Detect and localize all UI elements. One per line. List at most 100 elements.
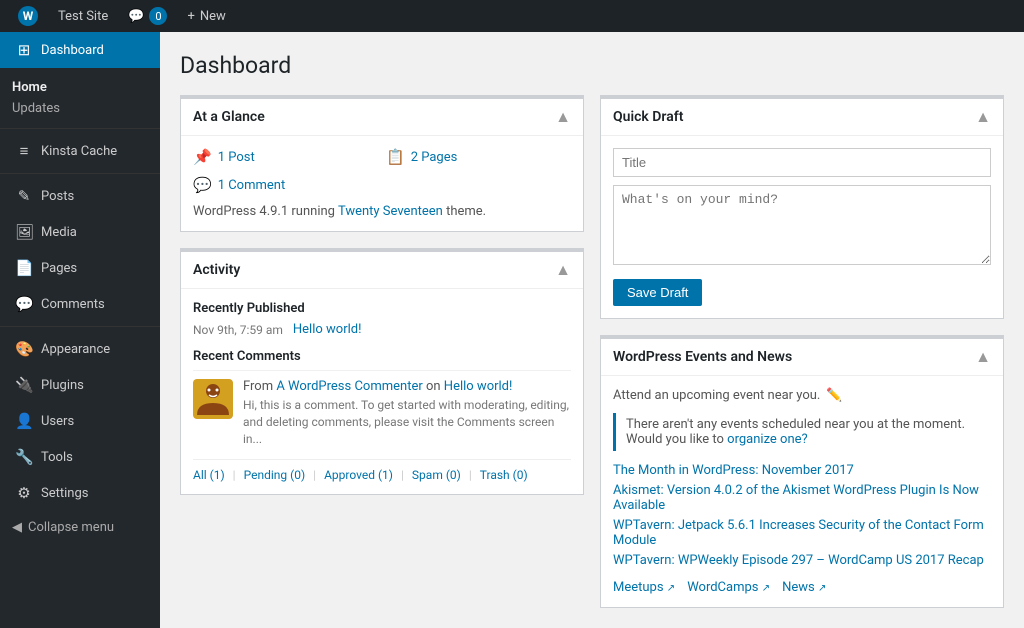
events-footer: Meetups ↗ WordCamps ↗ News ↗ bbox=[613, 580, 991, 595]
sidebar-item-posts[interactable]: ✎ Posts bbox=[0, 178, 160, 214]
site-name: Test Site bbox=[58, 9, 108, 24]
posts-icon: ✎ bbox=[15, 187, 33, 205]
comment-spam-link[interactable]: Spam (0) bbox=[412, 468, 469, 482]
events-news-widget: WordPress Events and News ▲ Attend an up… bbox=[600, 335, 1004, 608]
page-stat-icon: 📋 bbox=[386, 148, 405, 166]
events-attend-text: Attend an upcoming event near you. bbox=[613, 388, 820, 403]
comment-on-text: on bbox=[423, 379, 444, 394]
wp-info: WordPress 4.9.1 running Twenty Seventeen… bbox=[193, 204, 571, 219]
sidebar-item-label: Media bbox=[41, 225, 77, 240]
meetups-link[interactable]: Meetups ↗ bbox=[613, 580, 675, 595]
comment-author-link[interactable]: A WordPress Commenter bbox=[276, 379, 422, 394]
events-attend: Attend an upcoming event near you. ✏️ bbox=[613, 388, 991, 403]
comment-approved-link[interactable]: Approved (1) bbox=[324, 468, 401, 482]
wp-logo: W bbox=[18, 6, 38, 26]
pages-icon: 📄 bbox=[15, 259, 33, 277]
page-stat[interactable]: 📋 2 Pages bbox=[386, 148, 571, 166]
theme-link[interactable]: Twenty Seventeen bbox=[338, 204, 443, 219]
sidebar-item-updates[interactable]: Updates bbox=[12, 99, 148, 122]
comment-entry: From A WordPress Commenter on Hello worl… bbox=[193, 370, 571, 455]
tools-icon: 🔧 bbox=[15, 448, 33, 466]
new-label: New bbox=[200, 9, 226, 24]
quick-draft-toggle[interactable]: ▲ bbox=[975, 107, 991, 127]
comment-stat[interactable]: 💬 1 Comment bbox=[193, 176, 571, 194]
appearance-icon: 🎨 bbox=[15, 340, 33, 358]
sidebar-item-home[interactable]: Home bbox=[12, 76, 148, 99]
wp-info-text: WordPress 4.9.1 running bbox=[193, 204, 338, 219]
news-link-0[interactable]: The Month in WordPress: November 2017 bbox=[613, 463, 991, 478]
menu-divider-3 bbox=[0, 326, 160, 327]
at-a-glance-header: At a Glance ▲ bbox=[181, 99, 583, 136]
pub-link[interactable]: Hello world! bbox=[293, 322, 362, 337]
sidebar-item-label: Users bbox=[41, 414, 74, 429]
menu-divider-2 bbox=[0, 173, 160, 174]
dashboard-icon: ⊞ bbox=[15, 41, 33, 59]
events-news-body: Attend an upcoming event near you. ✏️ Th… bbox=[601, 376, 1003, 607]
dashboard-grid: At a Glance ▲ 📌 1 Post 📋 bbox=[180, 95, 1004, 608]
news-link-3[interactable]: WPTavern: WPWeekly Episode 297 – WordCam… bbox=[613, 553, 991, 568]
comment-all-link[interactable]: All (1) bbox=[193, 468, 233, 482]
sidebar-item-label: Pages bbox=[41, 261, 77, 276]
sidebar-item-users[interactable]: 👤 Users bbox=[0, 403, 160, 439]
recent-comments-label: Recent Comments bbox=[193, 349, 571, 364]
wp-logo-item[interactable]: W bbox=[10, 0, 46, 32]
at-a-glance-toggle[interactable]: ▲ bbox=[555, 107, 571, 127]
news-link-footer[interactable]: News ↗ bbox=[782, 580, 826, 595]
activity-body: Recently Published Nov 9th, 7:59 am Hell… bbox=[181, 289, 583, 494]
comment-from: From A WordPress Commenter on Hello worl… bbox=[243, 379, 571, 394]
sidebar-item-label: Posts bbox=[41, 189, 74, 204]
organize-link[interactable]: organize one? bbox=[727, 432, 808, 447]
activity-toggle[interactable]: ▲ bbox=[555, 260, 571, 280]
comment-pending-link[interactable]: Pending (0) bbox=[244, 468, 314, 482]
sidebar-item-label: Appearance bbox=[41, 342, 110, 357]
sidebar-item-label: Dashboard bbox=[41, 43, 104, 58]
collapse-icon: ◀ bbox=[12, 520, 22, 535]
new-item[interactable]: + New bbox=[179, 0, 233, 32]
comment-trash-link[interactable]: Trash (0) bbox=[480, 468, 536, 482]
comment-text: From A WordPress Commenter on Hello worl… bbox=[243, 379, 571, 447]
wordcamps-link[interactable]: WordCamps ↗ bbox=[687, 580, 770, 595]
news-link-2[interactable]: WPTavern: Jetpack 5.6.1 Increases Securi… bbox=[613, 518, 991, 548]
quick-draft-body-input[interactable] bbox=[613, 185, 991, 265]
pencil-icon: ✏️ bbox=[826, 388, 842, 403]
sidebar-item-tools[interactable]: 🔧 Tools bbox=[0, 439, 160, 475]
pub-entry: Nov 9th, 7:59 am Hello world! bbox=[193, 322, 571, 337]
news-ext-icon: ↗ bbox=[818, 583, 826, 594]
users-icon: 👤 bbox=[15, 412, 33, 430]
sidebar: ⊞ Dashboard Home Updates ≡ Kinsta Cache … bbox=[0, 32, 160, 628]
recently-published-label: Recently Published bbox=[193, 301, 571, 316]
plugins-icon: 🔌 bbox=[15, 376, 33, 394]
recent-comments-section: Recent Comments bbox=[193, 349, 571, 482]
quick-draft-widget: Quick Draft ▲ Save Draft bbox=[600, 95, 1004, 319]
wordcamps-label: WordCamps bbox=[687, 580, 758, 595]
sidebar-item-kinsta-cache[interactable]: ≡ Kinsta Cache bbox=[0, 133, 160, 169]
sidebar-item-media[interactable]: 🖼 Media bbox=[0, 214, 160, 250]
comments-item[interactable]: 💬 0 bbox=[120, 0, 175, 32]
page-title: Dashboard bbox=[180, 52, 1004, 79]
site-name-item[interactable]: Test Site bbox=[50, 0, 116, 32]
post-stat[interactable]: 📌 1 Post bbox=[193, 148, 378, 166]
glance-stats: 📌 1 Post 📋 2 Pages bbox=[193, 148, 571, 166]
wordcamps-ext-icon: ↗ bbox=[762, 583, 770, 594]
sidebar-item-pages[interactable]: 📄 Pages bbox=[0, 250, 160, 286]
sidebar-item-comments[interactable]: 💬 Comments bbox=[0, 286, 160, 322]
collapse-label: Collapse menu bbox=[28, 520, 114, 535]
quick-draft-header: Quick Draft ▲ bbox=[601, 99, 1003, 136]
comment-actions: All (1) | Pending (0) | Approved (1) | S… bbox=[193, 459, 571, 482]
comment-count-badge: 0 bbox=[149, 7, 167, 25]
events-news-toggle[interactable]: ▲ bbox=[975, 347, 991, 367]
sidebar-item-dashboard[interactable]: ⊞ Dashboard bbox=[0, 32, 160, 68]
post-stat-icon: 📌 bbox=[193, 148, 212, 166]
quick-draft-title-input[interactable] bbox=[613, 148, 991, 177]
events-none-msg: There aren't any events scheduled near y… bbox=[613, 413, 991, 451]
sidebar-item-appearance[interactable]: 🎨 Appearance bbox=[0, 331, 160, 367]
plus-icon: + bbox=[187, 9, 194, 24]
save-draft-button[interactable]: Save Draft bbox=[613, 279, 702, 306]
sidebar-item-settings[interactable]: ⚙ Settings bbox=[0, 475, 160, 511]
collapse-menu-button[interactable]: ◀ Collapse menu bbox=[0, 511, 160, 544]
news-link-1[interactable]: Akismet: Version 4.0.2 of the Akismet Wo… bbox=[613, 483, 991, 513]
media-icon: 🖼 bbox=[15, 223, 33, 241]
settings-icon: ⚙ bbox=[15, 484, 33, 502]
sidebar-item-plugins[interactable]: 🔌 Plugins bbox=[0, 367, 160, 403]
comment-post-link[interactable]: Hello world! bbox=[444, 379, 513, 394]
